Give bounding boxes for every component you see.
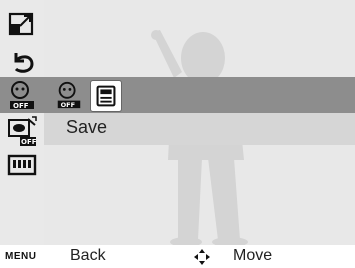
bottom-bar: MENU Back Move	[0, 245, 355, 268]
resize-icon[interactable]	[6, 8, 38, 40]
save-icon[interactable]	[90, 80, 122, 112]
svg-text:OFF: OFF	[21, 138, 37, 146]
face-retouch-off-icon[interactable]: OFF	[54, 80, 84, 110]
face-retouch-off-icon[interactable]: OFF	[6, 79, 38, 111]
dpad-icon	[193, 248, 211, 266]
option-save-label[interactable]: Save	[66, 117, 107, 138]
undo-icon[interactable]	[6, 45, 38, 77]
svg-text:OFF: OFF	[61, 101, 76, 109]
film-icon[interactable]	[6, 150, 38, 182]
menu-key[interactable]: MENU	[5, 251, 36, 262]
move-label[interactable]: Move	[233, 247, 272, 265]
back-label[interactable]: Back	[70, 247, 106, 265]
red-eye-off-icon[interactable]: OFF	[6, 115, 38, 147]
camera-screen: OFF OFF OFF Save MENU Back Move	[0, 0, 355, 268]
svg-text:OFF: OFF	[13, 102, 29, 110]
